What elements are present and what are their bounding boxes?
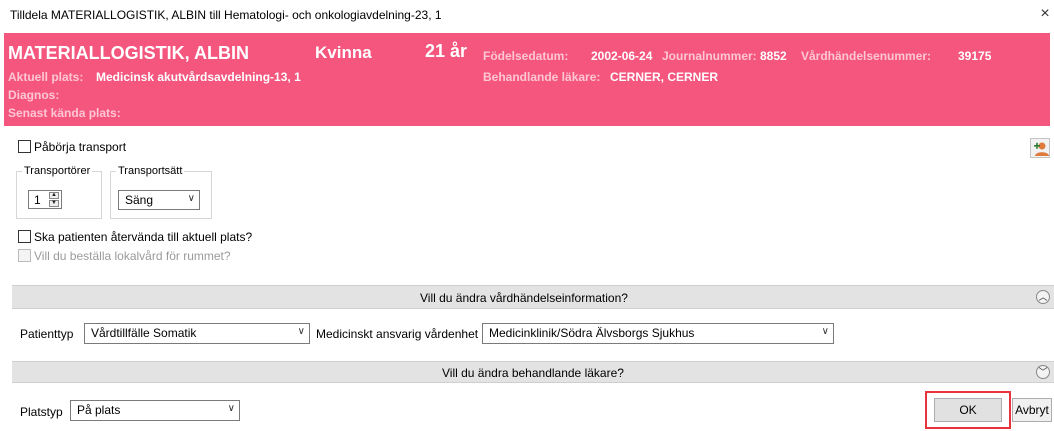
chevron-down-icon: ∨ (187, 193, 195, 204)
transporters-title: Transportörer (22, 165, 93, 177)
responsible-unit-value: Medicinklinik/Södra Älvsborgs Sjukhus (489, 326, 695, 340)
last-known-place-label: Senast kända plats: (8, 106, 121, 120)
place-type-label: Platstyp (20, 405, 63, 419)
dob-label: Födelsedatum: (483, 49, 569, 63)
physician-section-header[interactable]: Vill du ändra behandlande läkare? ﹀ (12, 361, 1054, 383)
encounter-section-title: Vill du ändra vårdhändelseinformation? (420, 291, 628, 305)
journal-value: 8852 (760, 49, 787, 63)
physician-value: CERNER, CERNER (610, 70, 719, 84)
dob-value: 2002-06-24 (591, 49, 653, 63)
patient-type-value: Vårdtillfälle Somatik (91, 326, 197, 340)
patient-type-label: Patienttyp (20, 327, 74, 341)
start-transport-label: Påbörja transport (34, 140, 127, 154)
place-type-value: På plats (77, 403, 121, 417)
return-label: Ska patienten återvända till aktuell pla… (34, 230, 253, 244)
journal-label: Journalnummer: (662, 49, 757, 63)
chevron-down-icon: ∨ (297, 326, 305, 337)
person-add-button[interactable] (1030, 138, 1050, 158)
start-transport-checkbox[interactable] (18, 140, 31, 153)
collapse-icon[interactable]: ︿ (1036, 290, 1050, 304)
person-add-icon (1034, 142, 1049, 156)
patient-type-select[interactable]: Vårdtillfälle Somatik ∨ (84, 323, 310, 344)
physician-section-title: Vill du ändra behandlande läkare? (442, 366, 624, 380)
diagnosis-label: Diagnos: (8, 88, 60, 102)
cancel-button[interactable]: Avbryt (1012, 398, 1052, 422)
encounter-label: Vårdhändelsenummer: (801, 49, 932, 63)
cleaning-checkbox[interactable] (18, 249, 31, 262)
chevron-down-icon: ∨ (821, 326, 829, 337)
window-title: Tilldela MATERIALLOGISTIK, ALBIN till He… (10, 8, 442, 22)
title-bar: Tilldela MATERIALLOGISTIK, ALBIN till He… (0, 0, 1054, 32)
current-place-value: Medicinsk akutvårdsavdelning-13, 1 (96, 70, 301, 84)
physician-label: Behandlande läkare: (483, 70, 601, 84)
cleaning-label: Vill du beställa lokalvård för rummet? (34, 249, 231, 263)
close-icon[interactable]: × (1036, 4, 1054, 24)
encounter-section-header[interactable]: Vill du ändra vårdhändelseinformation? ︿ (12, 285, 1054, 309)
patient-gender: Kvinna (315, 43, 372, 62)
return-checkbox[interactable] (18, 230, 31, 243)
patient-name: MATERIALLOGISTIK, ALBIN (8, 43, 249, 63)
current-place-label: Aktuell plats: (8, 70, 84, 84)
responsible-unit-label: Medicinskt ansvarig vårdenhet (316, 327, 479, 341)
patient-banner: MATERIALLOGISTIK, ALBIN Kvinna 21 år Föd… (4, 33, 1050, 126)
place-type-select[interactable]: På plats ∨ (70, 400, 240, 421)
patient-age: 21 år (425, 41, 468, 61)
transporters-stepper[interactable]: 1 ▲ ▼ (28, 190, 62, 209)
assign-dialog: Tilldela MATERIALLOGISTIK, ALBIN till He… (0, 0, 1054, 431)
transport-mode-value: Säng (125, 193, 154, 207)
transport-mode-title: Transportsätt (116, 165, 185, 177)
chevron-down-icon: ∨ (227, 403, 235, 414)
transporters-value: 1 (34, 193, 41, 207)
transport-mode-select[interactable]: Säng ∨ (118, 190, 200, 210)
expand-icon[interactable]: ﹀ (1036, 365, 1050, 379)
stepper-up-icon[interactable]: ▲ (49, 192, 59, 199)
responsible-unit-select[interactable]: Medicinklinik/Södra Älvsborgs Sjukhus ∨ (482, 323, 834, 344)
stepper-down-icon[interactable]: ▼ (49, 200, 59, 207)
encounter-value: 39175 (958, 49, 992, 63)
ok-button[interactable]: OK (934, 398, 1002, 422)
